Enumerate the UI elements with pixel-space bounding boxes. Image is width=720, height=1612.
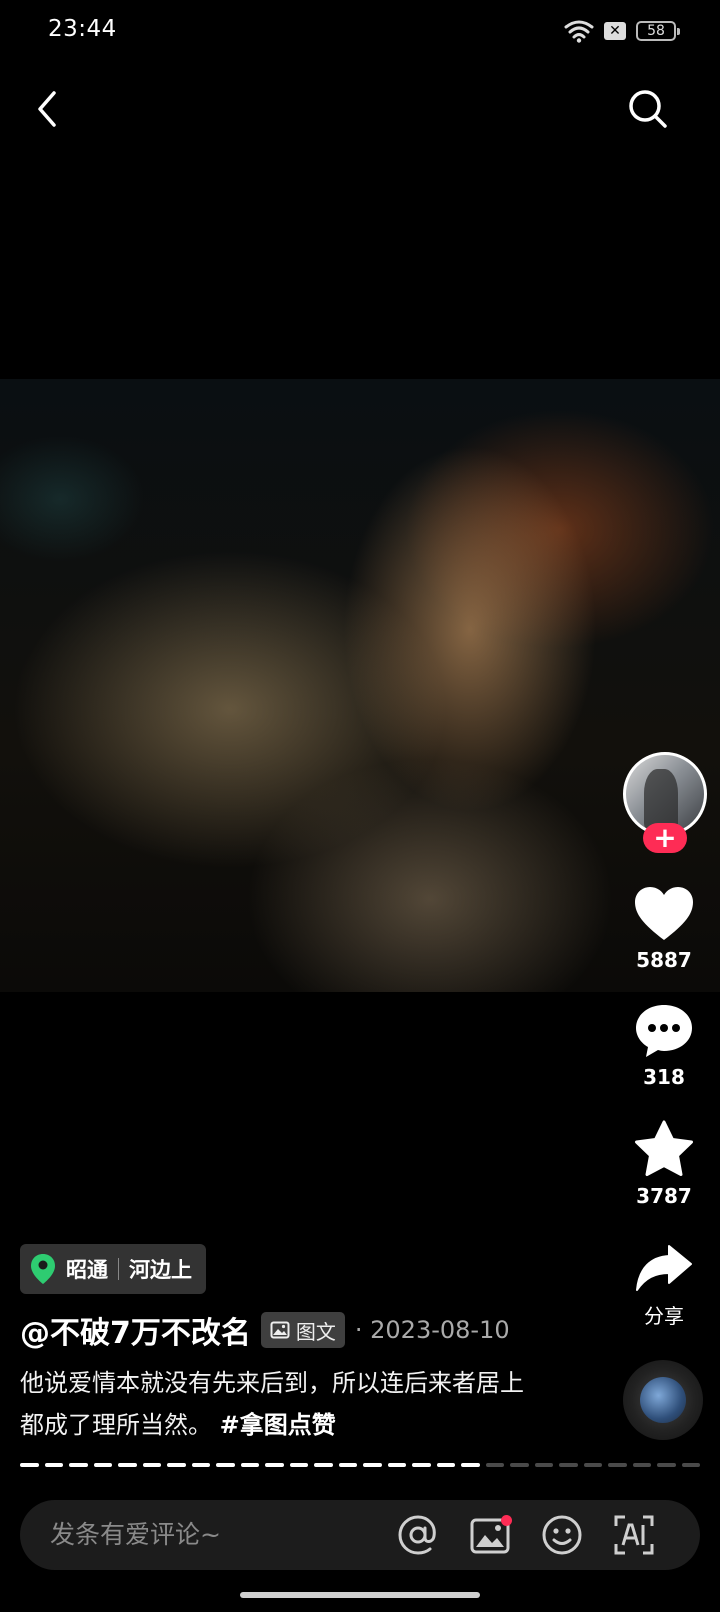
like-button[interactable]: 5887	[608, 886, 720, 972]
progress-segment	[510, 1463, 529, 1467]
progress-segment	[314, 1463, 333, 1467]
star-icon	[635, 1120, 693, 1176]
post-date: · 2023-08-10	[354, 1316, 510, 1344]
ai-button[interactable]	[612, 1513, 656, 1557]
progress-segment	[20, 1463, 39, 1467]
progress-segment	[142, 1463, 161, 1467]
progress-segment	[559, 1463, 578, 1467]
post-type-label: 图文	[295, 1319, 336, 1344]
location-divider	[118, 1258, 119, 1280]
progress-segment	[681, 1463, 700, 1467]
at-sign-icon	[398, 1515, 436, 1555]
progress-segment	[608, 1463, 627, 1467]
location-place: 河边上	[129, 1258, 192, 1282]
wifi-icon	[564, 20, 594, 43]
comment-count: 318	[643, 1065, 685, 1089]
music-disc[interactable]	[623, 1360, 703, 1440]
progress-segment	[44, 1463, 63, 1467]
progress-segment	[387, 1463, 406, 1467]
heart-icon	[635, 887, 693, 940]
progress-segment	[118, 1463, 137, 1467]
status-icons: ✕ 58	[564, 19, 680, 43]
emoji-button[interactable]	[540, 1513, 584, 1557]
follow-button[interactable]: +	[643, 823, 687, 853]
status-time: 23:44	[48, 16, 117, 42]
back-button[interactable]	[22, 84, 72, 134]
progress-segment	[289, 1463, 308, 1467]
progress-segment	[534, 1463, 553, 1467]
progress-segment	[485, 1463, 504, 1467]
progress-segment	[240, 1463, 259, 1467]
progress-segment	[363, 1463, 382, 1467]
progress-segment	[657, 1463, 676, 1467]
music-cover	[640, 1377, 686, 1423]
ai-scan-icon	[614, 1515, 654, 1555]
progress-segment	[461, 1463, 480, 1467]
share-button[interactable]: 分享	[608, 1244, 720, 1329]
image-icon	[270, 1321, 290, 1339]
comment-bar: 发条有爱评论~	[20, 1500, 700, 1570]
home-indicator[interactable]	[240, 1592, 480, 1598]
emoji-icon	[542, 1515, 582, 1555]
plus-icon: +	[653, 821, 677, 854]
status-bar: 23:44 ✕ 58	[0, 0, 720, 64]
author-line: @不破7万不改名 图文 · 2023-08-10	[20, 1308, 510, 1352]
progress-segment	[216, 1463, 235, 1467]
comment-icon	[636, 1005, 692, 1057]
author-name[interactable]: @不破7万不改名	[20, 1308, 251, 1352]
location-pin-icon	[31, 1254, 55, 1284]
progress-segment	[265, 1463, 284, 1467]
comment-button[interactable]: 318	[608, 1003, 720, 1089]
share-label: 分享	[644, 1304, 684, 1328]
progress-segment	[412, 1463, 431, 1467]
share-arrow-icon	[636, 1245, 692, 1291]
location-tag[interactable]: 昭通 河边上	[20, 1244, 206, 1294]
search-icon	[629, 90, 667, 128]
progress-segment	[93, 1463, 112, 1467]
notification-dot	[501, 1515, 512, 1526]
progress-segment	[338, 1463, 357, 1467]
author-avatar-group[interactable]: +	[623, 752, 711, 862]
location-city: 昭通	[66, 1258, 108, 1282]
progress-segment	[69, 1463, 88, 1467]
post-type-badge: 图文	[260, 1312, 345, 1348]
image-progress	[20, 1463, 700, 1467]
favorite-count: 3787	[636, 1184, 692, 1208]
search-button[interactable]	[623, 84, 673, 134]
progress-segment	[632, 1463, 651, 1467]
comment-input[interactable]: 发条有爱评论~	[50, 1500, 221, 1570]
no-sim-icon: ✕	[604, 22, 626, 40]
hashtag-link[interactable]: #拿图点赞	[220, 1411, 336, 1439]
progress-segment	[167, 1463, 186, 1467]
like-count: 5887	[636, 948, 692, 972]
favorite-button[interactable]: 3787	[608, 1120, 720, 1208]
progress-segment	[191, 1463, 210, 1467]
mention-button[interactable]	[396, 1513, 440, 1557]
chevron-left-icon	[38, 91, 56, 127]
battery-icon: 58	[636, 21, 680, 41]
battery-level: 58	[647, 23, 665, 39]
progress-segment	[583, 1463, 602, 1467]
progress-segment	[436, 1463, 455, 1467]
image-picker-button[interactable]	[468, 1513, 512, 1557]
post-caption[interactable]: 他说爱情本就没有先来后到，所以连后来者居上都成了理所当然。 #拿图点赞	[20, 1362, 540, 1446]
